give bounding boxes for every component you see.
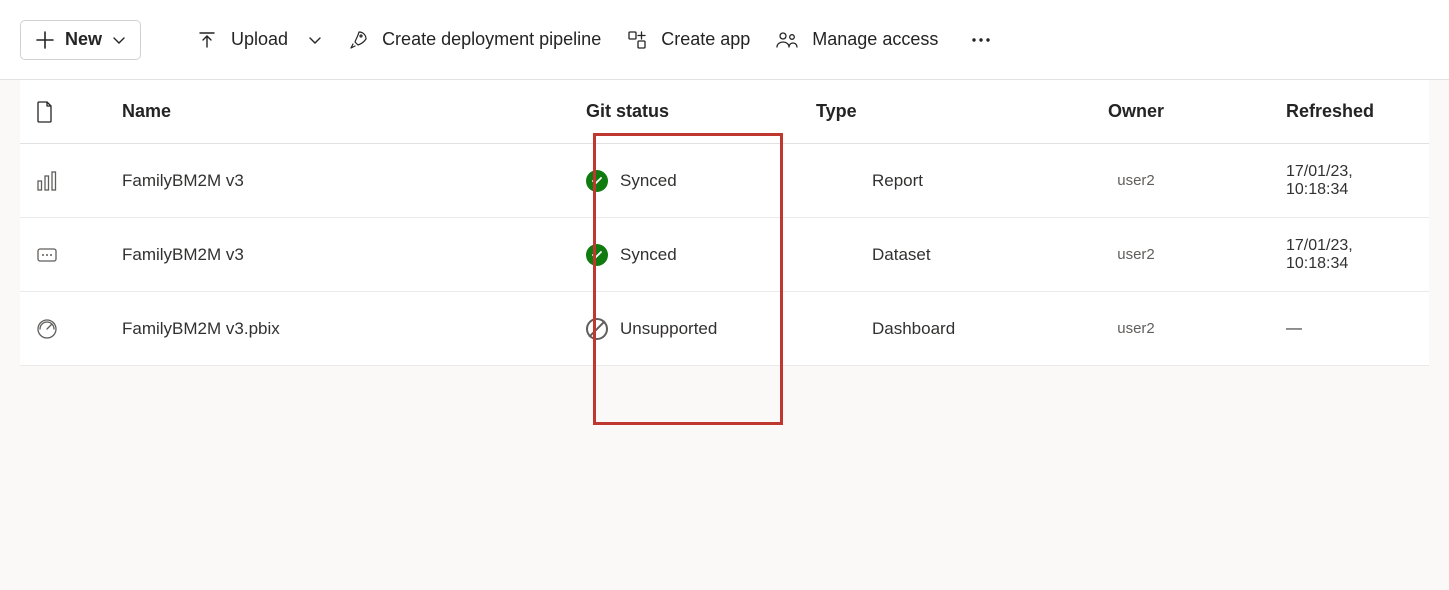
people-icon [776, 30, 798, 50]
create-deployment-pipeline-button[interactable]: Create deployment pipeline [348, 20, 601, 60]
header-refreshed[interactable]: Refreshed [1236, 101, 1419, 122]
item-name: FamilyBM2M v3 [106, 171, 586, 191]
item-git-status: Synced [586, 244, 816, 266]
item-owner: user2 [1036, 320, 1236, 337]
create-app-button[interactable]: Create app [627, 20, 750, 60]
item-refreshed: — [1236, 320, 1419, 338]
new-button[interactable]: New [20, 20, 141, 60]
more-options-button[interactable] [964, 30, 998, 50]
item-table: Name Git status Type Owner Refreshed Fam… [20, 80, 1429, 366]
item-refreshed: 17/01/23, 10:18:34 [1236, 237, 1419, 273]
table-header-row: Name Git status Type Owner Refreshed [20, 80, 1429, 144]
item-name: FamilyBM2M v3 [106, 245, 586, 265]
create-app-label: Create app [661, 29, 750, 50]
upload-label: Upload [231, 29, 288, 50]
git-status-label: Unsupported [620, 319, 717, 339]
app-icon [627, 30, 647, 50]
git-status-label: Synced [620, 245, 677, 265]
manage-access-button[interactable]: Manage access [776, 20, 938, 60]
item-refreshed: 17/01/23, 10:18:34 [1236, 163, 1419, 199]
table-row[interactable]: FamilyBM2M v3 Synced Dataset user2 17/01… [20, 218, 1429, 292]
create-pipeline-label: Create deployment pipeline [382, 29, 601, 50]
plus-icon [35, 30, 55, 50]
item-type: Report [816, 171, 1036, 191]
block-icon [586, 318, 608, 340]
header-owner[interactable]: Owner [1036, 101, 1236, 122]
checkmark-circle-icon [586, 244, 608, 266]
item-owner: user2 [1036, 246, 1236, 263]
new-button-label: New [65, 29, 102, 50]
report-icon [36, 170, 106, 192]
upload-icon [197, 30, 217, 50]
toolbar: New Upload Create deployment pipeline Cr… [0, 0, 1449, 80]
header-name[interactable]: Name [106, 101, 586, 122]
item-name: FamilyBM2M v3.pbix [106, 319, 586, 339]
checkmark-circle-icon [586, 170, 608, 192]
item-owner: user2 [1036, 172, 1236, 189]
chevron-down-icon [112, 33, 126, 47]
file-icon [36, 101, 54, 123]
chevron-down-icon [308, 33, 322, 47]
item-type: Dashboard [816, 319, 1036, 339]
upload-button[interactable]: Upload [197, 20, 322, 60]
header-icon-col [36, 101, 106, 123]
dashboard-icon [36, 318, 106, 340]
rocket-icon [348, 30, 368, 50]
table-row[interactable]: FamilyBM2M v3 Synced Report user2 17/01/… [20, 144, 1429, 218]
header-git-status[interactable]: Git status [586, 101, 816, 122]
more-horizontal-icon [970, 30, 992, 50]
header-type[interactable]: Type [816, 101, 1036, 122]
dataset-icon [36, 244, 106, 266]
manage-access-label: Manage access [812, 29, 938, 50]
workspace-content: Name Git status Type Owner Refreshed Fam… [0, 80, 1449, 590]
table-row[interactable]: FamilyBM2M v3.pbix Unsupported Dashboard… [20, 292, 1429, 366]
item-type: Dataset [816, 245, 1036, 265]
git-status-label: Synced [620, 171, 677, 191]
item-git-status: Synced [586, 170, 816, 192]
item-git-status: Unsupported [586, 318, 816, 340]
